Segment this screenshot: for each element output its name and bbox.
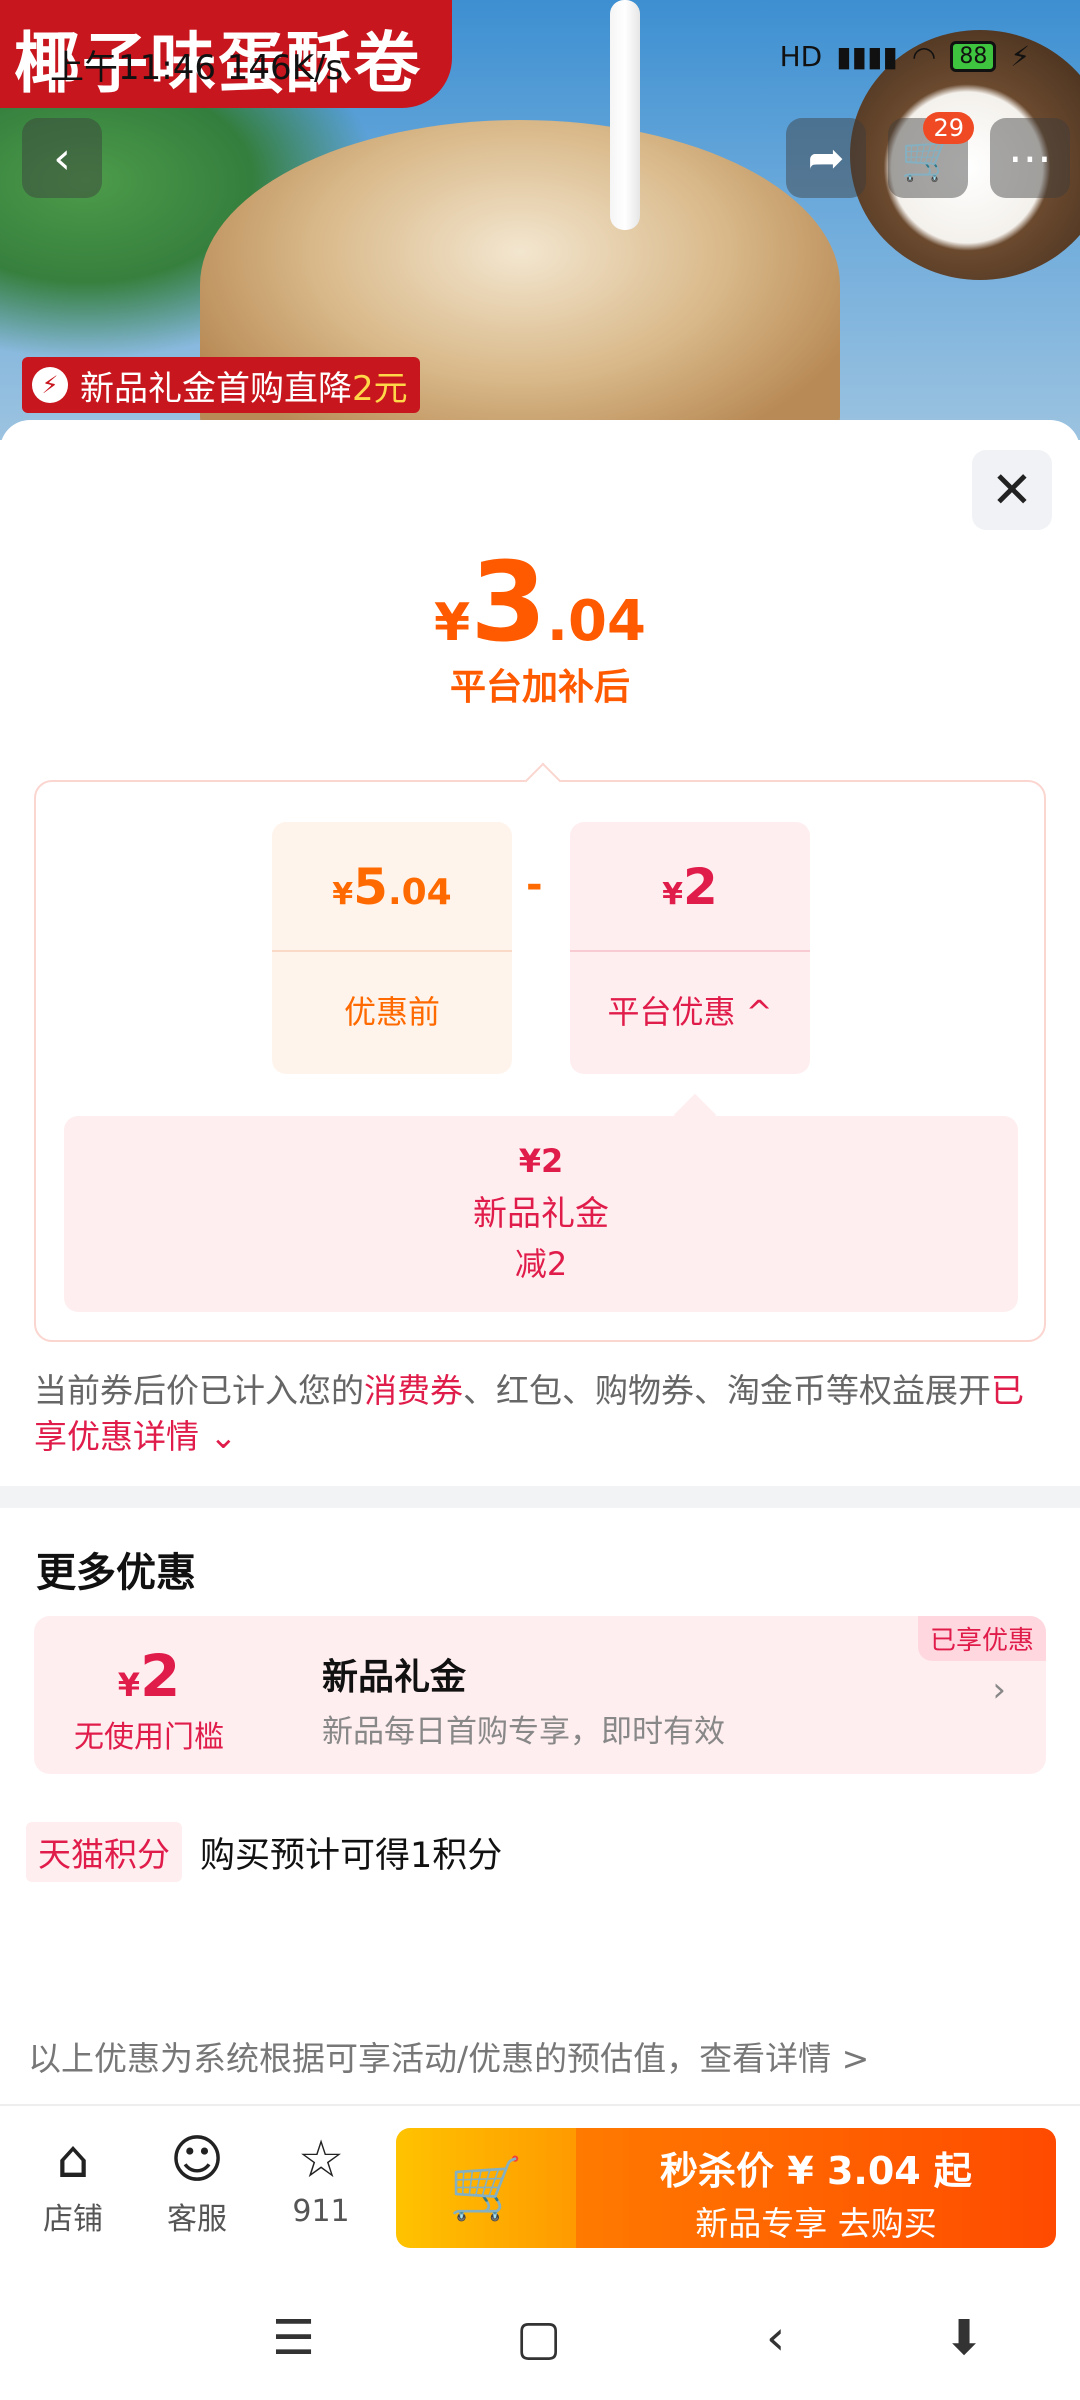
assistant-icon[interactable]: ⬇: [944, 2310, 984, 2366]
minus-sign: -: [526, 862, 543, 908]
price-breakdown: ¥5.04 优惠前 - ¥2 平台优惠 ^ ¥2 新品礼金 减2: [34, 762, 1046, 1342]
add-to-cart-icon: 🛒: [396, 2128, 576, 2248]
status-speed: 146K/s: [226, 48, 344, 88]
tmall-points-text: 购买预计可得1积分: [200, 1835, 503, 1876]
favorite-button[interactable]: ☆ 911: [266, 2126, 376, 2229]
buy-button[interactable]: 🛒 秒杀价 ¥ 3.04 起 新品专享 去购买: [396, 2128, 1056, 2248]
chevron-right-icon: ›: [992, 1670, 1006, 1710]
system-nav-bar: ☰ ▢ ‹ ⬇: [0, 2272, 1080, 2400]
detail-amount: ¥2: [518, 1142, 564, 1180]
coupon-description: 新品每日首购专享，即时有效: [322, 1714, 725, 1750]
bottom-action-bar: ⌂ 店铺 ☺ 客服 ☆ 911 🛒 秒杀价 ¥ 3.04 起 新品专享 去购买: [0, 2104, 1080, 2268]
coupon-amount: ¥2: [117, 1642, 181, 1710]
original-price-card: ¥5.04 优惠前: [272, 822, 512, 1074]
discount-detail-panel: ¥2 新品礼金 减2: [64, 1093, 1018, 1312]
promo-banner: ⚡ 新品礼金首购直降2元: [22, 357, 420, 413]
status-time: 上午11:46: [50, 48, 216, 88]
hd-icon: HD: [779, 40, 823, 73]
home-square-icon[interactable]: ▢: [516, 2310, 561, 2366]
platform-discount-label: 平台优惠: [607, 993, 736, 1031]
coupon-condition: 无使用门槛: [74, 1720, 224, 1755]
store-icon: ⌂: [56, 2130, 90, 2190]
detail-name: 新品礼金: [473, 1194, 609, 1234]
tmall-points-tag: 天猫积分: [26, 1822, 182, 1882]
back-button[interactable]: ‹: [22, 118, 102, 198]
star-icon: ☆: [297, 2130, 345, 2190]
more-dots-icon: ⋯: [1008, 132, 1052, 184]
detail-reduce: 减2: [514, 1245, 568, 1283]
battery-icon: 88: [950, 41, 997, 72]
status-bar: 上午11:46 146K/s HD ▮▮▮▮ ◠ 88 ⚡: [0, 0, 1080, 120]
coupon-applied-tag: 已享优惠: [917, 1616, 1046, 1661]
original-price-label: 优惠前: [343, 993, 440, 1031]
cart-button[interactable]: 🛒 29: [888, 112, 974, 198]
more-button[interactable]: ⋯: [990, 118, 1070, 198]
share-icon: ➦: [807, 132, 845, 184]
promo-amount: 2元: [352, 368, 408, 409]
favorite-count: 911: [292, 2194, 350, 2229]
chevron-left-icon: ‹: [53, 132, 71, 184]
customer-service-button[interactable]: ☺ 客服: [142, 2126, 252, 2238]
service-face-icon: ☺: [169, 2130, 225, 2190]
final-price-label: 平台加补后: [449, 667, 630, 708]
buy-now-label: 新品专享 去购买: [695, 2204, 937, 2243]
cart-count-badge: 29: [923, 112, 974, 144]
signal-icon: ▮▮▮▮: [836, 40, 898, 73]
disclaimer-link[interactable]: 以上优惠为系统根据可享活动/优惠的预估值，查看详情 >: [28, 2032, 869, 2080]
platform-discount-card[interactable]: ¥2 平台优惠 ^: [570, 822, 810, 1074]
close-icon: ✕: [991, 461, 1033, 519]
back-triangle-icon[interactable]: ‹: [766, 2310, 785, 2366]
final-price: ¥3.04: [434, 538, 646, 666]
promo-text: 新品礼金首购直降: [80, 368, 352, 409]
voucher-link[interactable]: 消费券: [364, 1371, 463, 1410]
coupon-card[interactable]: ¥2 无使用门槛 新品礼金 新品每日首购专享，即时有效 › 已享优惠: [34, 1616, 1046, 1774]
chevron-down-icon: ⌄: [209, 1417, 238, 1456]
section-divider: [0, 1486, 1080, 1508]
charging-icon: ⚡: [1010, 40, 1030, 73]
more-discounts-title: 更多优惠: [36, 1550, 196, 1596]
chevron-up-icon: ^: [745, 993, 773, 1031]
wifi-icon: ◠: [911, 40, 937, 73]
discount-sheet: ✕ ¥3.04 平台加补后 ¥5.04 优惠前 - ¥2 平台优惠 ^ ¥2 新…: [0, 420, 1080, 2400]
coupon-title: 新品礼金: [322, 1657, 467, 1698]
price-note: 当前券后价已计入您的消费券、红包、购物券、淘金币等权益展开已享优惠详情 ⌄: [34, 1371, 1024, 1456]
menu-icon[interactable]: ☰: [272, 2310, 315, 2366]
share-button[interactable]: ➦: [786, 118, 866, 198]
close-button[interactable]: ✕: [972, 450, 1052, 530]
lightning-icon: ⚡: [32, 367, 68, 403]
tmall-points-row: 天猫积分 购买预计可得1积分: [26, 1822, 502, 1882]
shop-button[interactable]: ⌂ 店铺: [18, 2126, 128, 2238]
flash-sale-price: 秒杀价 ¥ 3.04 起: [660, 2149, 972, 2193]
